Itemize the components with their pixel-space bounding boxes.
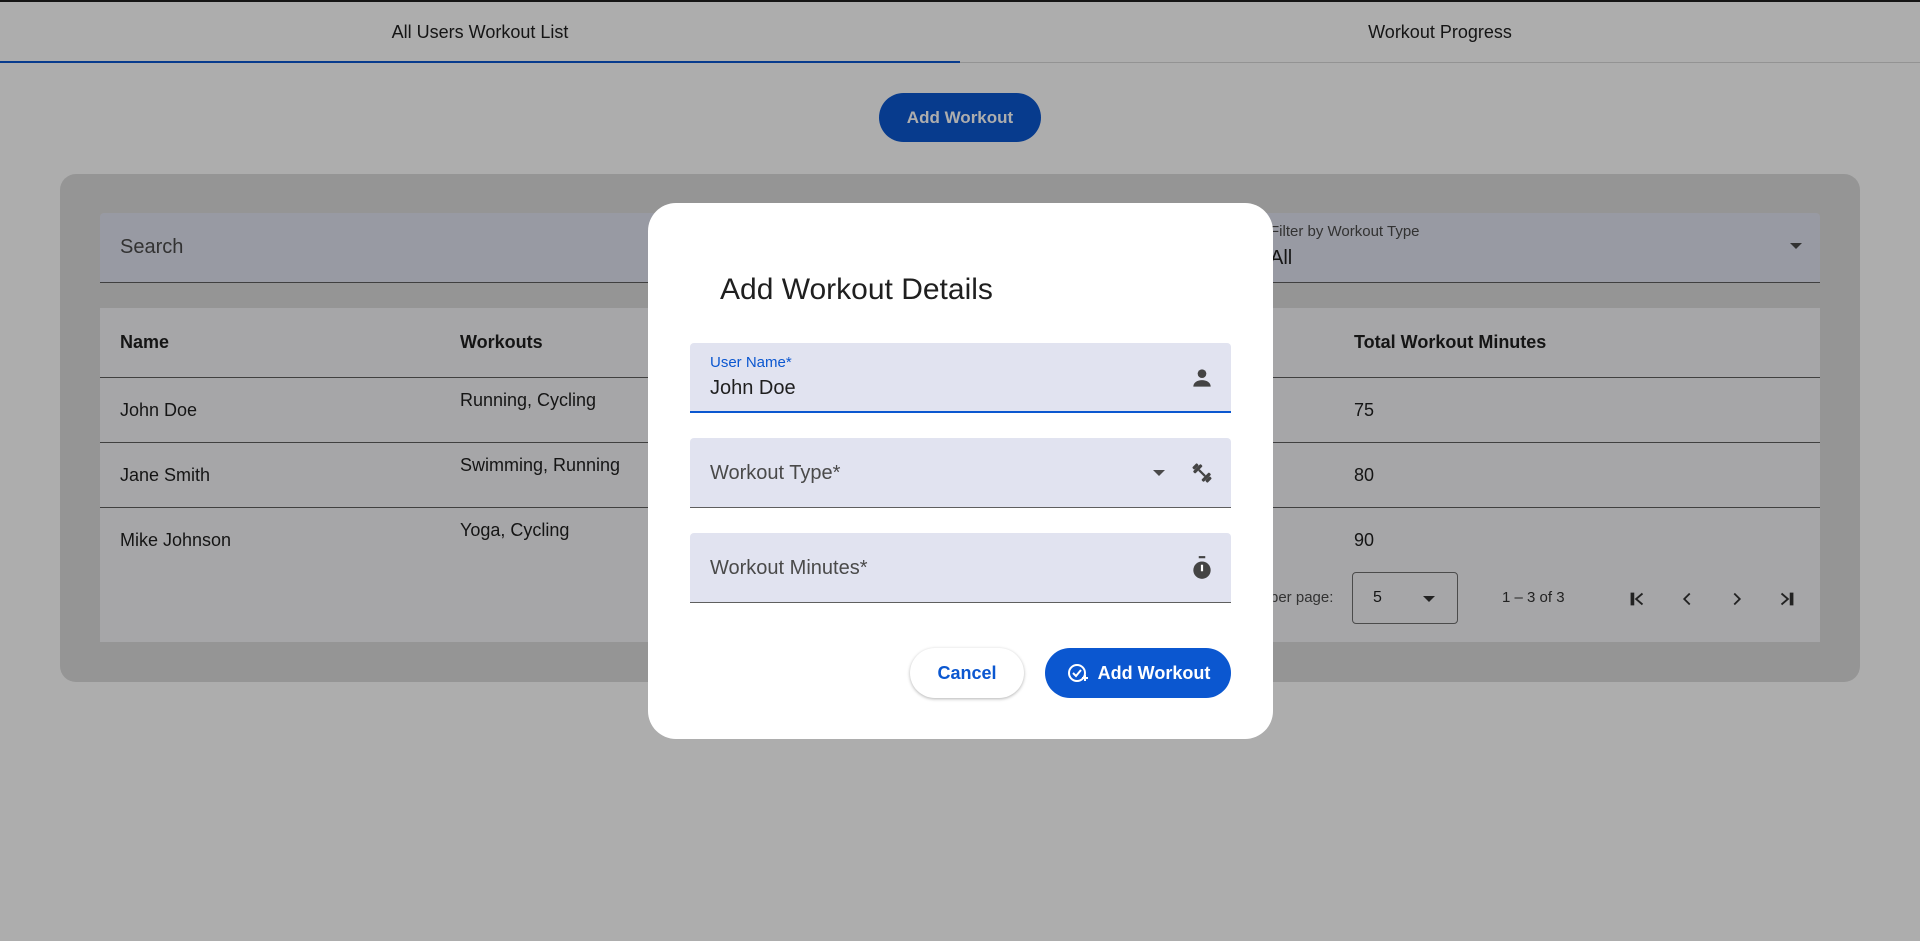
submit-add-workout-button[interactable]: Add Workout (1045, 648, 1231, 698)
workout-type-select[interactable]: Workout Type* (690, 438, 1231, 508)
person-icon (1193, 369, 1211, 387)
user-name-label: User Name* (710, 354, 792, 371)
add-workout-dialog: Add Workout Details User Name* John Doe … (648, 203, 1273, 739)
workout-minutes-label: Workout Minutes* (710, 557, 868, 579)
user-name-value: John Doe (710, 377, 796, 399)
add-task-icon (1067, 664, 1088, 682)
submit-label: Add Workout (1097, 662, 1211, 683)
dumbbell-icon (1192, 463, 1212, 483)
workout-type-label: Workout Type* (710, 462, 841, 484)
user-name-field[interactable]: User Name* John Doe (690, 343, 1231, 413)
chevron-down-icon (1153, 470, 1165, 476)
workout-minutes-field[interactable]: Workout Minutes* (690, 533, 1231, 603)
cancel-button[interactable]: Cancel (910, 648, 1024, 698)
timer-icon (1193, 556, 1211, 579)
dialog-title: Add Workout Details (720, 273, 993, 306)
